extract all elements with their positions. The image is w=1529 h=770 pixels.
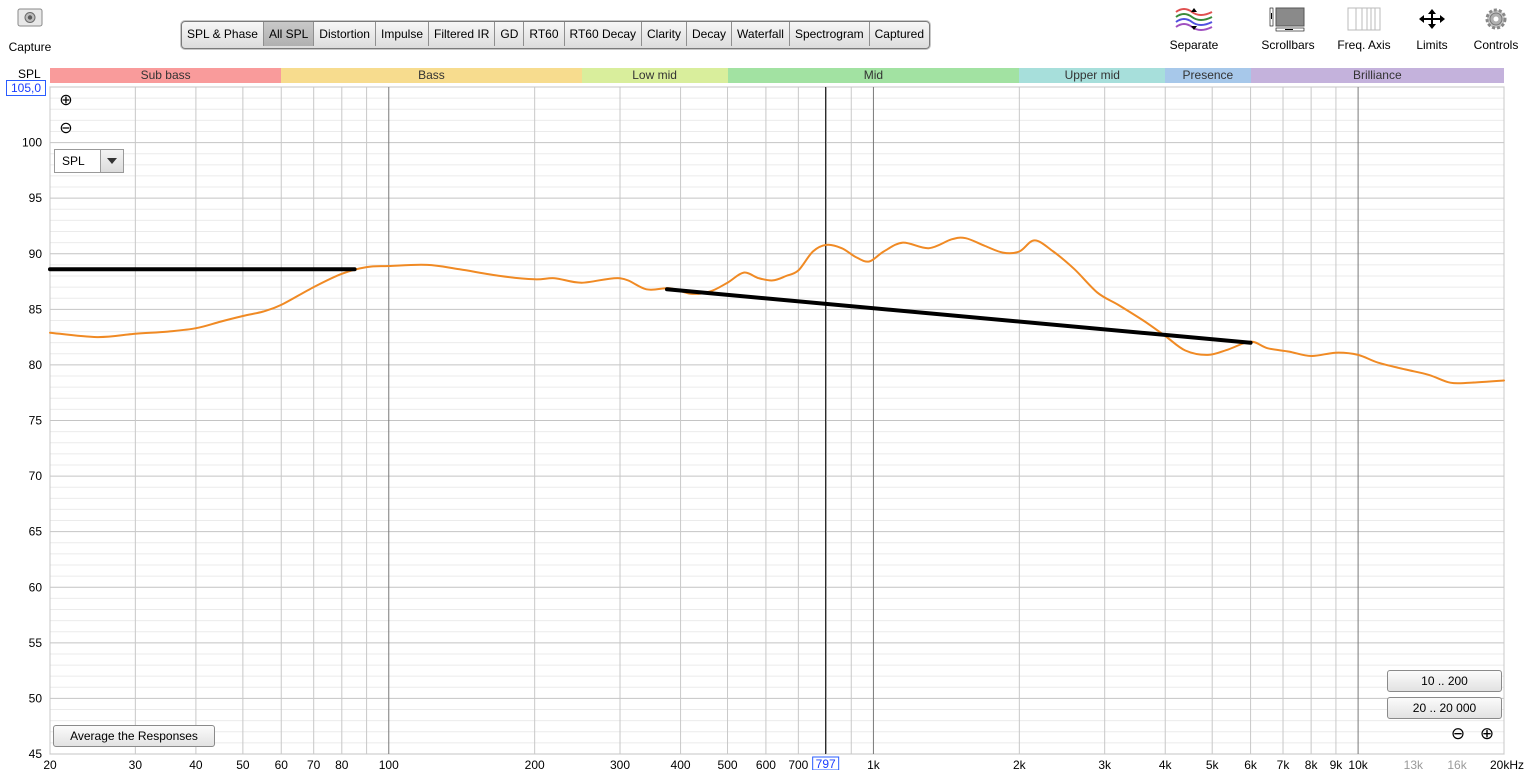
x-tick-label: 4k	[1159, 758, 1173, 770]
x-tick-label: 9k	[1330, 758, 1344, 770]
x-tick-label: 60	[275, 758, 289, 770]
average-responses-button[interactable]: Average the Responses	[53, 725, 215, 747]
x-tick-label: 16k	[1447, 758, 1467, 770]
x-tick-label: 70	[307, 758, 321, 770]
y-tick-label: 90	[29, 247, 43, 261]
x-tick-label: 3k	[1098, 758, 1112, 770]
zoom-out-icon[interactable]: ⊖	[1449, 725, 1467, 743]
x-tick-label: 700	[788, 758, 808, 770]
x-tick-label: 40	[189, 758, 203, 770]
range-10-200-button[interactable]: 10 .. 200	[1387, 670, 1502, 692]
rew-app-window: Capture SPL & Phase All SPL Distortion Impu…	[0, 0, 1529, 770]
graph-type-select[interactable]: SPL	[54, 149, 124, 173]
x-tick-label: 1k	[867, 758, 881, 770]
zoom-in-icon[interactable]: ⊕	[58, 93, 74, 109]
graph-type-value: SPL	[62, 154, 85, 168]
x-tick-label: 13k	[1404, 758, 1424, 770]
x-tick-label: 6k	[1244, 758, 1258, 770]
x-tick-label: 400	[671, 758, 691, 770]
x-tick-label: 100	[379, 758, 399, 770]
y-tick-label: 75	[29, 414, 43, 428]
cursor-value: 797	[816, 757, 836, 770]
range-20-20000-button[interactable]: 20 .. 20 000	[1387, 697, 1502, 719]
x-tick-label: 8k	[1305, 758, 1319, 770]
x-tick-label: 80	[335, 758, 349, 770]
spl-graph[interactable]: 100 95 90 85 80 75 70 65 60 55 50 4520 30 40 50 60 70 80 1…	[0, 0, 1529, 770]
zoom-in-icon[interactable]: ⊕	[1478, 725, 1496, 743]
x-tick-label: 7k	[1277, 758, 1291, 770]
x-tick-label: 20	[43, 758, 57, 770]
y-tick-label: 95	[29, 191, 43, 205]
x-tick-label: 600	[756, 758, 776, 770]
y-tick-label: 45	[29, 747, 43, 761]
y-tick-label: 55	[29, 636, 43, 650]
x-tick-label: 10k	[1348, 758, 1368, 770]
x-tick-label: 30	[129, 758, 143, 770]
y-tick-label: 80	[29, 358, 43, 372]
x-tick-label: 500	[718, 758, 738, 770]
x-tick-label: 2k	[1013, 758, 1027, 770]
chevron-down-icon	[100, 150, 123, 172]
x-tick-label: 300	[610, 758, 630, 770]
y-tick-label: 100	[22, 136, 42, 150]
y-tick-label: 50	[29, 691, 43, 705]
y-tick-label: 85	[29, 302, 43, 316]
x-tick-label: 200	[525, 758, 545, 770]
y-tick-label: 60	[29, 580, 43, 594]
y-tick-label: 65	[29, 525, 43, 539]
x-tick-label: 50	[236, 758, 250, 770]
y-tick-label: 70	[29, 469, 43, 483]
zoom-out-icon[interactable]: ⊖	[58, 121, 74, 137]
x-tick-label: 5k	[1206, 758, 1220, 770]
x-tick-label: 20kHz	[1490, 758, 1524, 770]
